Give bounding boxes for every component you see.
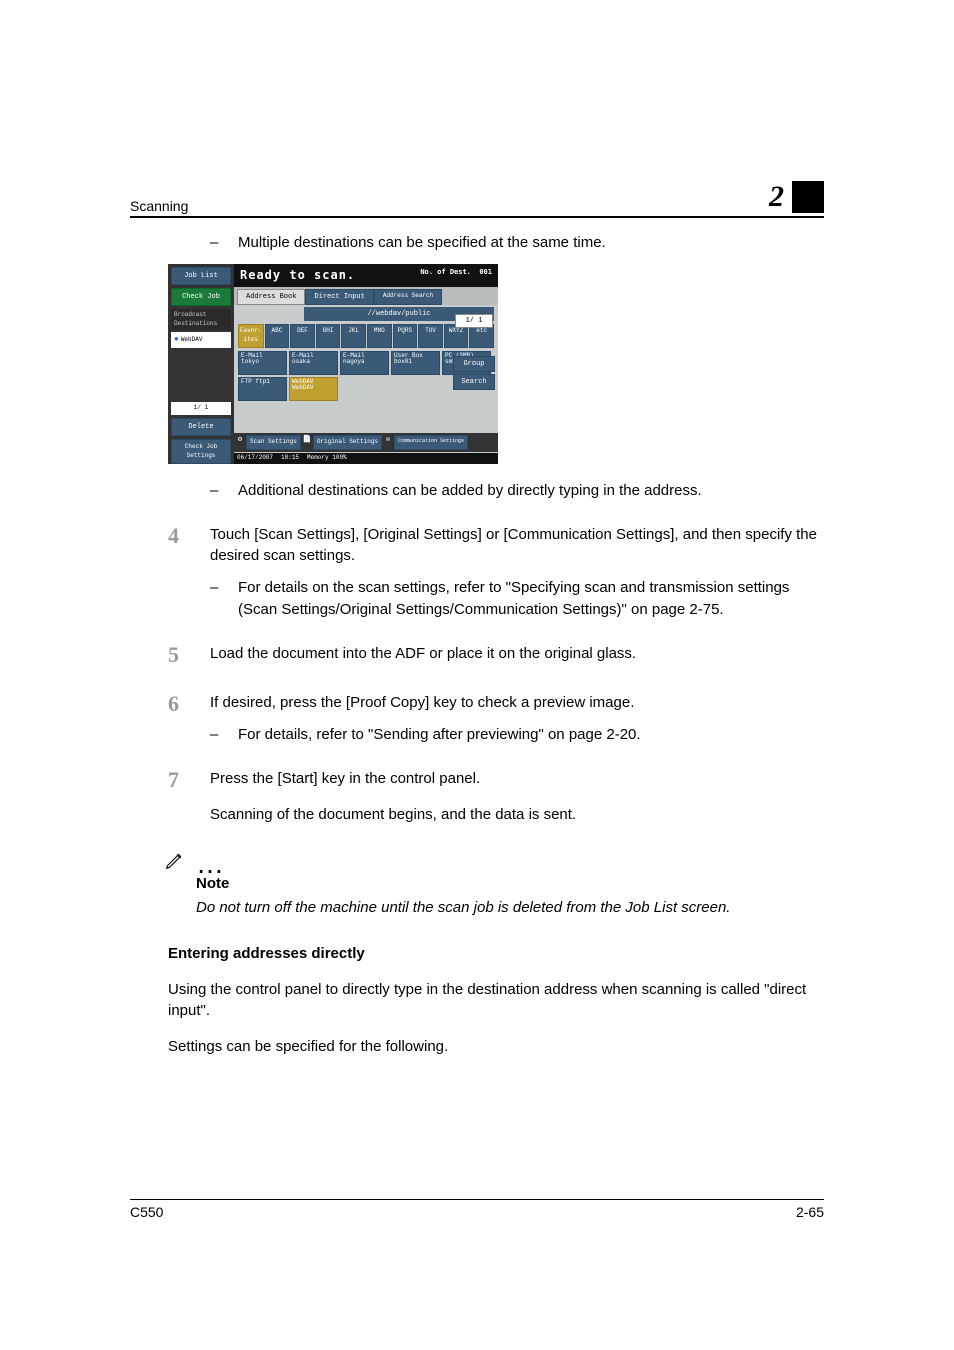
destination-button[interactable]: E-Mail osaka bbox=[289, 351, 338, 375]
header-section-title: Scanning bbox=[130, 198, 188, 214]
step-6: 6 If desired, press the [Proof Copy] key… bbox=[168, 692, 824, 746]
job-list-button[interactable]: Job List bbox=[171, 267, 231, 285]
step-text: Press the [Start] key in the control pan… bbox=[210, 768, 824, 790]
tab-direct-input[interactable]: Direct Input bbox=[305, 289, 373, 305]
step-after-text: Scanning of the document begins, and the… bbox=[210, 804, 824, 826]
dash-icon: – bbox=[210, 480, 224, 502]
bullet-text: Additional destinations can be added by … bbox=[238, 480, 824, 502]
sub-bullet-text: For details, refer to "Sending after pre… bbox=[238, 724, 641, 746]
page-footer: C550 2-65 bbox=[130, 1199, 824, 1220]
step-7: 7 Press the [Start] key in the control p… bbox=[168, 768, 824, 826]
step-4: 4 Touch [Scan Settings], [Original Setti… bbox=[168, 524, 824, 621]
section-heading: Entering addresses directly bbox=[168, 943, 824, 965]
search-button[interactable]: Search bbox=[453, 374, 495, 390]
step-text: If desired, press the [Proof Copy] key t… bbox=[210, 692, 824, 714]
step-number: 7 bbox=[168, 764, 192, 796]
footer-page-number: 2-65 bbox=[796, 1204, 824, 1220]
chapter-marker-icon bbox=[792, 181, 824, 213]
paragraph: Settings can be specified for the follow… bbox=[168, 1036, 824, 1058]
tab-bar: Address Book Direct Input Address Search bbox=[234, 287, 498, 305]
step-number: 6 bbox=[168, 688, 192, 720]
index-key[interactable]: Favor-ites bbox=[238, 324, 264, 347]
device-screenshot: Job List Check Job Broadcast Destination… bbox=[168, 264, 824, 464]
destination-button[interactable]: FTP ftp1 bbox=[238, 377, 287, 401]
settings-icon: ⚙ bbox=[236, 435, 244, 450]
tab-address-book[interactable]: Address Book bbox=[237, 289, 305, 305]
footer-model: C550 bbox=[130, 1204, 163, 1220]
broadcast-dest-label: Broadcast Destinations bbox=[171, 309, 231, 330]
index-key[interactable]: WXYZ bbox=[444, 324, 469, 347]
dash-icon: – bbox=[210, 232, 224, 254]
step-5: 5 Load the document into the ADF or plac… bbox=[168, 643, 824, 671]
send-icon: ✉ bbox=[384, 435, 392, 450]
index-key[interactable]: GHI bbox=[316, 324, 341, 347]
check-job-settings-button[interactable]: Check Job Settings bbox=[171, 439, 231, 464]
index-key[interactable]: etc bbox=[469, 324, 494, 347]
screen-title-bar: Ready to scan. No. of Dest. 001 bbox=[234, 264, 498, 287]
dash-icon: – bbox=[210, 577, 224, 621]
chapter-number: 2 bbox=[769, 180, 784, 214]
grid-page-indicator: 1/ 1 bbox=[455, 314, 493, 328]
check-job-button[interactable]: Check Job bbox=[171, 288, 231, 306]
dots-icon: … bbox=[196, 858, 228, 869]
pen-icon bbox=[164, 849, 186, 871]
note-block: … Note Do not turn off the machine until… bbox=[168, 849, 824, 919]
destination-button-selected[interactable]: WebDAV WebDAV bbox=[289, 377, 338, 401]
document-icon: 📄 bbox=[303, 435, 311, 450]
sub-bullet-text: For details on the scan settings, refer … bbox=[238, 577, 824, 621]
list-item: – Multiple destinations can be specified… bbox=[210, 232, 824, 254]
page-content: – Multiple destinations can be specified… bbox=[168, 232, 824, 1058]
index-key[interactable]: PQRS bbox=[393, 324, 418, 347]
destination-button[interactable]: E-Mail tokyo bbox=[238, 351, 287, 375]
index-key[interactable]: MNO bbox=[367, 324, 392, 347]
list-item: – For details, refer to "Sending after p… bbox=[210, 724, 824, 746]
destination-button[interactable]: E-Mail nagoya bbox=[340, 351, 389, 375]
bottom-toolbar: ⚙ Scan Settings 📄 Original Settings ✉ Co… bbox=[234, 433, 498, 452]
sidebar-item-webdav[interactable]: ● WebDAV bbox=[171, 332, 231, 348]
index-key-row: Favor-ites ABC DEF GHI JKL MNO PQRS TUV … bbox=[238, 324, 494, 347]
bullet-text: Multiple destinations can be specified a… bbox=[238, 232, 824, 254]
list-item: – Additional destinations can be added b… bbox=[210, 480, 824, 502]
group-button[interactable]: Group bbox=[453, 356, 495, 372]
dash-icon: – bbox=[210, 724, 224, 746]
note-body: Do not turn off the machine until the sc… bbox=[196, 897, 824, 919]
index-key[interactable]: JKL bbox=[341, 324, 366, 347]
scan-settings-button[interactable]: Scan Settings bbox=[246, 435, 301, 450]
sidebar-page-indicator: 1/ 1 bbox=[171, 402, 231, 415]
destination-button[interactable]: User Box box01 bbox=[391, 351, 440, 375]
page-header: Scanning 2 bbox=[130, 180, 824, 218]
note-label: Note bbox=[196, 873, 824, 895]
step-number: 5 bbox=[168, 639, 192, 671]
status-time: 18:15 bbox=[281, 454, 299, 463]
index-key[interactable]: ABC bbox=[265, 324, 290, 347]
original-settings-button[interactable]: Original Settings bbox=[313, 435, 382, 450]
tab-address-search[interactable]: Address Search bbox=[374, 289, 442, 305]
status-date: 06/17/2007 bbox=[237, 454, 273, 463]
index-key[interactable]: DEF bbox=[290, 324, 315, 347]
list-item: – For details on the scan settings, refe… bbox=[210, 577, 824, 621]
status-bar: 06/17/2007 18:15 Memory 100% bbox=[234, 453, 498, 464]
globe-icon: ● bbox=[174, 334, 179, 346]
paragraph: Using the control panel to directly type… bbox=[168, 979, 824, 1023]
communication-settings-button[interactable]: Communication Settings bbox=[394, 435, 468, 450]
step-text: Touch [Scan Settings], [Original Setting… bbox=[210, 524, 824, 568]
delete-button[interactable]: Delete bbox=[171, 418, 231, 436]
screen-title: Ready to scan. bbox=[240, 267, 355, 284]
step-number: 4 bbox=[168, 520, 192, 552]
header-chapter: 2 bbox=[769, 180, 824, 214]
index-key[interactable]: TUV bbox=[418, 324, 443, 347]
step-text: Load the document into the ADF or place … bbox=[210, 643, 824, 665]
